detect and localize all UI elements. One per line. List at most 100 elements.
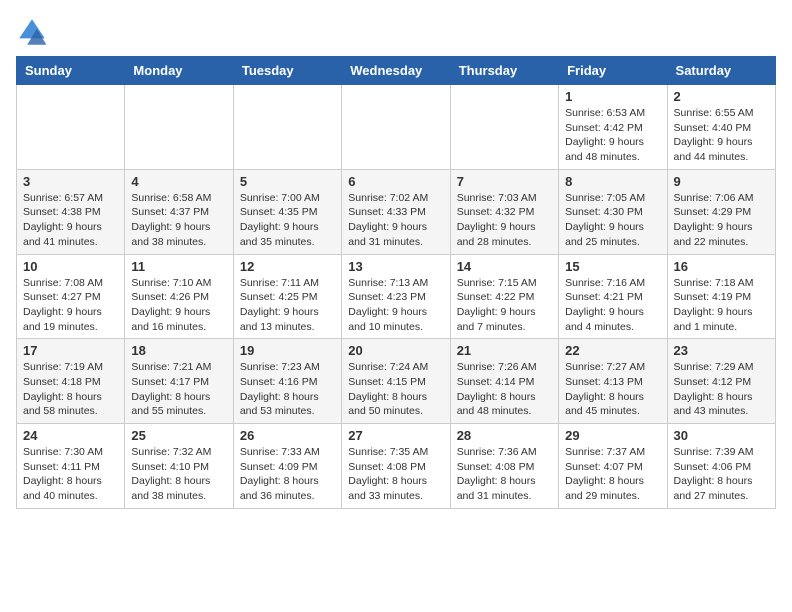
calendar-cell: 20Sunrise: 7:24 AM Sunset: 4:15 PM Dayli… — [342, 339, 450, 424]
calendar-cell: 4 Sunrise: 6:58 AM Sunset: 4:37 PM Daylig… — [125, 169, 233, 254]
day-info: Sunrise: 7:36 AM Sunset: 4:08 PM Dayligh… — [457, 445, 552, 504]
weekday-header: Friday — [559, 57, 667, 85]
calendar-cell: 16 Sunrise: 7:18 AM Sunset: 4:19 PM Dayli… — [667, 254, 775, 339]
calendar-week-row: 24 Sunrise: 7:30 AM Sunset: 4:11 PM Dayli… — [17, 424, 776, 509]
calendar-cell: 12Sunrise: 7:11 AM Sunset: 4:25 PM Dayli… — [233, 254, 341, 339]
day-info: Sunrise: 7:33 AM Sunset: 4:09 PM Dayligh… — [240, 445, 335, 504]
day-info: Sunrise: 7:03 AM Sunset: 4:32 PM Dayligh… — [457, 191, 552, 250]
calendar-cell: 24 Sunrise: 7:30 AM Sunset: 4:11 PM Dayli… — [17, 424, 125, 509]
day-number: 17 — [23, 343, 118, 358]
day-info: Sunrise: 7:29 AM Sunset: 4:12 PM Dayligh… — [674, 360, 769, 419]
day-number: 19 — [240, 343, 335, 358]
day-number: 7 — [457, 174, 552, 189]
calendar-cell — [233, 85, 341, 170]
logo-icon — [16, 16, 48, 48]
day-number: 2 — [674, 89, 769, 104]
calendar-header: SundayMondayTuesdayWednesdayThursdayFrid… — [17, 57, 776, 85]
weekday-row: SundayMondayTuesdayWednesdayThursdayFrid… — [17, 57, 776, 85]
calendar-cell: 5 Sunrise: 7:00 AM Sunset: 4:35 PM Daylig… — [233, 169, 341, 254]
day-info: Sunrise: 7:37 AM Sunset: 4:07 PM Dayligh… — [565, 445, 660, 504]
page-header — [16, 16, 776, 48]
day-info: Sunrise: 7:19 AM Sunset: 4:18 PM Dayligh… — [23, 360, 118, 419]
calendar-cell: 22Sunrise: 7:27 AM Sunset: 4:13 PM Dayli… — [559, 339, 667, 424]
day-info: Sunrise: 7:32 AM Sunset: 4:10 PM Dayligh… — [131, 445, 226, 504]
calendar-cell: 6 Sunrise: 7:02 AM Sunset: 4:33 PM Daylig… — [342, 169, 450, 254]
day-number: 1 — [565, 89, 660, 104]
day-info: Sunrise: 6:57 AM Sunset: 4:38 PM Dayligh… — [23, 191, 118, 250]
day-number: 13 — [348, 259, 443, 274]
calendar-cell: 3Sunrise: 6:57 AM Sunset: 4:38 PM Daylig… — [17, 169, 125, 254]
day-number: 5 — [240, 174, 335, 189]
day-number: 11 — [131, 259, 226, 274]
day-info: Sunrise: 7:35 AM Sunset: 4:08 PM Dayligh… — [348, 445, 443, 504]
weekday-header: Monday — [125, 57, 233, 85]
calendar-cell: 19 Sunrise: 7:23 AM Sunset: 4:16 PM Dayli… — [233, 339, 341, 424]
calendar-cell: 13 Sunrise: 7:13 AM Sunset: 4:23 PM Dayli… — [342, 254, 450, 339]
day-info: Sunrise: 7:24 AM Sunset: 4:15 PM Dayligh… — [348, 360, 443, 419]
weekday-header: Saturday — [667, 57, 775, 85]
calendar-cell: 18 Sunrise: 7:21 AM Sunset: 4:17 PM Dayli… — [125, 339, 233, 424]
day-info: Sunrise: 7:05 AM Sunset: 4:30 PM Dayligh… — [565, 191, 660, 250]
calendar-cell: 30 Sunrise: 7:39 AM Sunset: 4:06 PM Dayli… — [667, 424, 775, 509]
calendar-cell: 9Sunrise: 7:06 AM Sunset: 4:29 PM Daylig… — [667, 169, 775, 254]
day-info: Sunrise: 7:16 AM Sunset: 4:21 PM Dayligh… — [565, 276, 660, 335]
calendar-cell: 2 Sunrise: 6:55 AM Sunset: 4:40 PM Daylig… — [667, 85, 775, 170]
calendar-cell: 29 Sunrise: 7:37 AM Sunset: 4:07 PM Dayli… — [559, 424, 667, 509]
day-number: 16 — [674, 259, 769, 274]
day-info: Sunrise: 7:15 AM Sunset: 4:22 PM Dayligh… — [457, 276, 552, 335]
day-number: 22 — [565, 343, 660, 358]
day-number: 26 — [240, 428, 335, 443]
day-info: Sunrise: 7:26 AM Sunset: 4:14 PM Dayligh… — [457, 360, 552, 419]
calendar-cell: 15 Sunrise: 7:16 AM Sunset: 4:21 PM Dayli… — [559, 254, 667, 339]
calendar-cell: 14 Sunrise: 7:15 AM Sunset: 4:22 PM Dayli… — [450, 254, 558, 339]
day-number: 30 — [674, 428, 769, 443]
day-info: Sunrise: 7:08 AM Sunset: 4:27 PM Dayligh… — [23, 276, 118, 335]
day-number: 12 — [240, 259, 335, 274]
day-number: 9 — [674, 174, 769, 189]
calendar-cell — [342, 85, 450, 170]
day-number: 21 — [457, 343, 552, 358]
calendar-table: SundayMondayTuesdayWednesdayThursdayFrid… — [16, 56, 776, 509]
day-number: 14 — [457, 259, 552, 274]
calendar-week-row: 10 Sunrise: 7:08 AM Sunset: 4:27 PM Dayli… — [17, 254, 776, 339]
day-number: 24 — [23, 428, 118, 443]
day-info: Sunrise: 7:30 AM Sunset: 4:11 PM Dayligh… — [23, 445, 118, 504]
day-info: Sunrise: 7:00 AM Sunset: 4:35 PM Dayligh… — [240, 191, 335, 250]
day-number: 29 — [565, 428, 660, 443]
calendar-cell: 28 Sunrise: 7:36 AM Sunset: 4:08 PM Dayli… — [450, 424, 558, 509]
day-info: Sunrise: 7:02 AM Sunset: 4:33 PM Dayligh… — [348, 191, 443, 250]
day-info: Sunrise: 7:18 AM Sunset: 4:19 PM Dayligh… — [674, 276, 769, 335]
day-info: Sunrise: 7:21 AM Sunset: 4:17 PM Dayligh… — [131, 360, 226, 419]
day-number: 27 — [348, 428, 443, 443]
day-number: 15 — [565, 259, 660, 274]
day-number: 28 — [457, 428, 552, 443]
weekday-header: Sunday — [17, 57, 125, 85]
calendar-cell: 17 Sunrise: 7:19 AM Sunset: 4:18 PM Dayli… — [17, 339, 125, 424]
day-info: Sunrise: 7:23 AM Sunset: 4:16 PM Dayligh… — [240, 360, 335, 419]
calendar-cell: 23 Sunrise: 7:29 AM Sunset: 4:12 PM Dayli… — [667, 339, 775, 424]
calendar-week-row: 17 Sunrise: 7:19 AM Sunset: 4:18 PM Dayli… — [17, 339, 776, 424]
logo — [16, 16, 52, 48]
calendar-cell: 7 Sunrise: 7:03 AM Sunset: 4:32 PM Daylig… — [450, 169, 558, 254]
day-number: 4 — [131, 174, 226, 189]
calendar-cell — [17, 85, 125, 170]
day-number: 10 — [23, 259, 118, 274]
day-info: Sunrise: 7:13 AM Sunset: 4:23 PM Dayligh… — [348, 276, 443, 335]
day-info: Sunrise: 6:53 AM Sunset: 4:42 PM Dayligh… — [565, 106, 660, 165]
calendar-cell — [450, 85, 558, 170]
calendar-cell: 27 Sunrise: 7:35 AM Sunset: 4:08 PM Dayli… — [342, 424, 450, 509]
calendar-cell: 26 Sunrise: 7:33 AM Sunset: 4:09 PM Dayli… — [233, 424, 341, 509]
calendar-cell: 1 Sunrise: 6:53 AM Sunset: 4:42 PM Daylig… — [559, 85, 667, 170]
calendar-week-row: 3Sunrise: 6:57 AM Sunset: 4:38 PM Daylig… — [17, 169, 776, 254]
calendar-cell: 21 Sunrise: 7:26 AM Sunset: 4:14 PM Dayli… — [450, 339, 558, 424]
day-number: 25 — [131, 428, 226, 443]
day-number: 18 — [131, 343, 226, 358]
day-info: Sunrise: 6:55 AM Sunset: 4:40 PM Dayligh… — [674, 106, 769, 165]
day-info: Sunrise: 7:39 AM Sunset: 4:06 PM Dayligh… — [674, 445, 769, 504]
weekday-header: Tuesday — [233, 57, 341, 85]
day-info: Sunrise: 6:58 AM Sunset: 4:37 PM Dayligh… — [131, 191, 226, 250]
day-number: 23 — [674, 343, 769, 358]
calendar-cell: 8Sunrise: 7:05 AM Sunset: 4:30 PM Daylig… — [559, 169, 667, 254]
calendar-week-row: 1 Sunrise: 6:53 AM Sunset: 4:42 PM Daylig… — [17, 85, 776, 170]
day-number: 6 — [348, 174, 443, 189]
